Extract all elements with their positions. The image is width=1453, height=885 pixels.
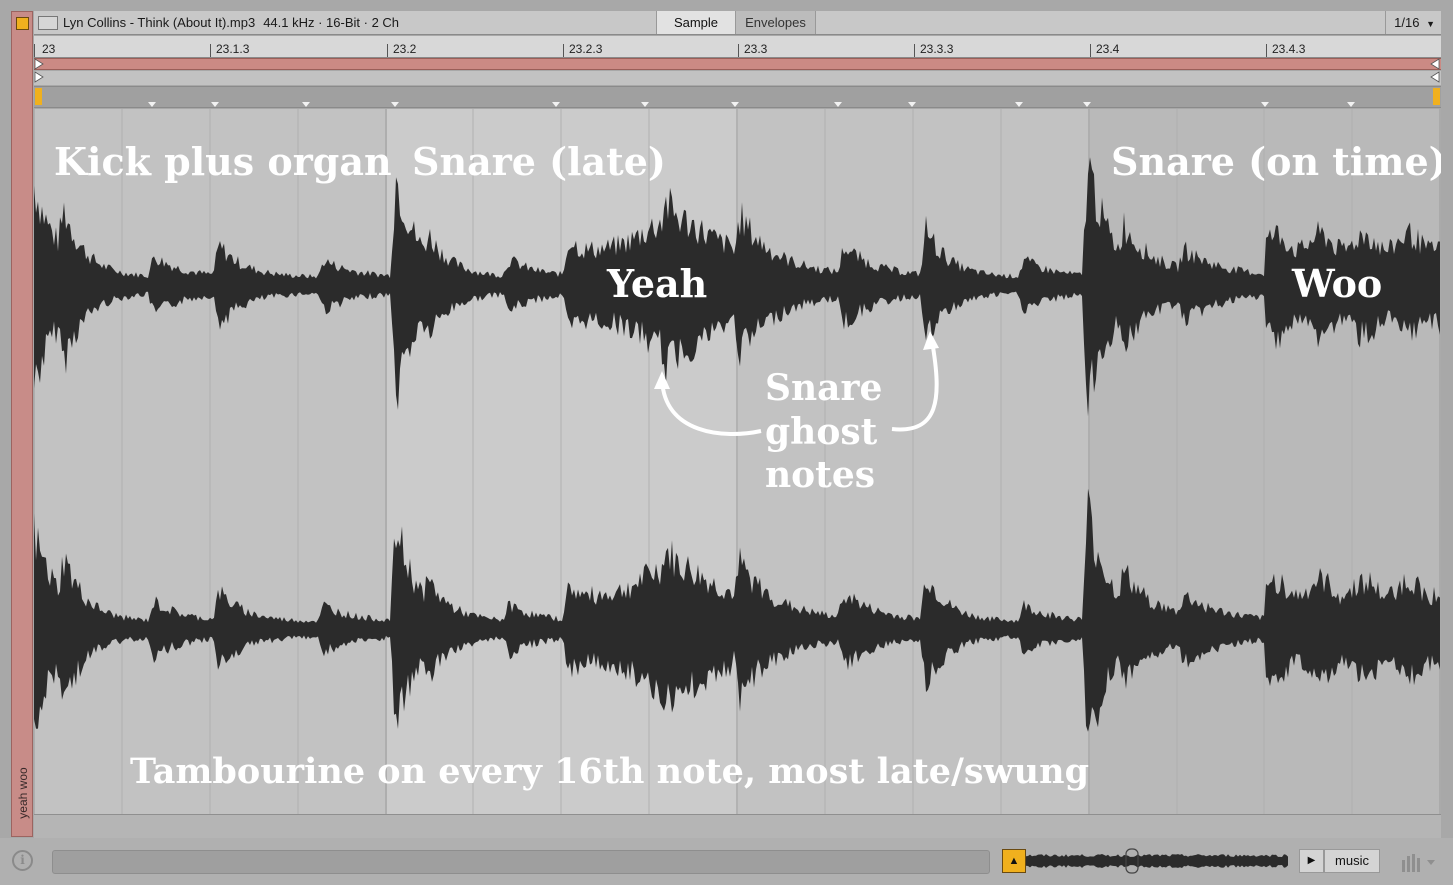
meter-icon[interactable] [1400,852,1440,872]
ruler-tick [1266,44,1267,57]
overview-waveform[interactable] [1026,848,1288,874]
clip-color-strip: yeah woo [11,11,33,837]
overview-waveform-shape [1026,854,1288,868]
ruler-tick [387,44,388,57]
annotation-tambourine: Tambourine on every 16th note, most late… [130,751,1090,792]
clip-status-strip [34,814,1441,838]
horizontal-scrollbar[interactable] [52,850,990,874]
annotation-kick: Kick plus organ [54,139,392,184]
start-end-handles [34,71,1440,83]
ruler-label: 23.3 [744,42,768,56]
warp-marker[interactable] [211,102,219,107]
warp-marker[interactable] [1347,102,1355,107]
ruler-tick [914,44,915,57]
beat-time-ruler[interactable]: 23 23.1.3 23.2 23.2.3 23.3 23.3.3 23.4 2… [34,36,1441,58]
ruler-label: 23.2.3 [569,42,603,56]
ruler-tick [34,44,35,57]
annotation-ghost-line3: notes [765,454,875,496]
beat-band [1090,109,1441,814]
preview-toggle-button[interactable]: ▲ [1002,849,1026,873]
info-icon[interactable]: i [12,850,33,871]
warp-marker[interactable] [731,102,739,107]
annotation-snare-on-time: Snare (on time) [1111,139,1441,184]
tab-envelopes[interactable]: Envelopes [736,11,816,34]
ruler-tick [738,44,739,57]
annotation-woo: Woo [1292,261,1383,306]
waveform-icon [38,15,58,30]
annotation-yeah: Yeah [607,261,708,306]
waveform-display[interactable]: Kick plus organ Snare (late) Snare (on t… [34,109,1441,814]
warp-marker[interactable] [552,102,560,107]
bottom-bar: i ▲ ▶ music [0,838,1453,885]
loop-brace[interactable] [34,58,1441,70]
warp-marker[interactable] [1261,102,1269,107]
tab-sample[interactable]: Sample [656,11,736,34]
clip-name-vertical: yeah woo [12,758,34,828]
ruler-tick [210,44,211,57]
annotation-ghost-line1: Snare [765,367,883,409]
clip-activator-toggle[interactable] [16,17,29,30]
ruler-label: 23.1.3 [216,42,250,56]
ruler-tick [1090,44,1091,57]
warp-marker[interactable] [1083,102,1091,107]
grid-resolution-select[interactable]: 1/16 ▼ [1385,11,1441,34]
warp-marker[interactable] [302,102,310,107]
annotation-ghost-line2: ghost [765,411,878,453]
warp-marker[interactable] [148,102,156,107]
clip-file-name: Lyn Collins - Think (About It).mp3 [63,15,256,30]
chevron-down-icon: ▼ [1426,19,1435,29]
warp-marker[interactable] [834,102,842,107]
warp-marker[interactable] [908,102,916,107]
warp-marker[interactable] [1015,102,1023,107]
grid-resolution-value: 1/16 [1394,15,1420,30]
warp-marker[interactable] [391,102,399,107]
annotation-snare-late: Snare (late) [412,139,666,184]
play-icon[interactable]: ▶ [1299,849,1324,873]
start-marker-lane[interactable] [34,71,1441,85]
ruler-label: 23.2 [393,42,417,56]
ruler-label: 23.4 [1096,42,1120,56]
ruler-label: 23 [42,42,56,56]
warp-marker[interactable] [641,102,649,107]
end-marker[interactable] [1433,88,1440,105]
warp-marker-lane[interactable] [34,86,1441,108]
ruler-label: 23.4.3 [1272,42,1306,56]
clip-title-bar: Lyn Collins - Think (About It).mp3 44.1 … [34,11,1441,35]
ruler-label: 23.3.3 [920,42,954,56]
loop-brace-handles [34,58,1440,70]
music-button[interactable]: music [1324,849,1380,873]
clip-format-info: 44.1 kHz · 16-Bit · 2 Ch [263,15,400,30]
clip-name-text: yeah woo [16,767,30,819]
waveform-canvas [34,109,1441,814]
ruler-tick [563,44,564,57]
start-marker[interactable] [35,88,42,105]
